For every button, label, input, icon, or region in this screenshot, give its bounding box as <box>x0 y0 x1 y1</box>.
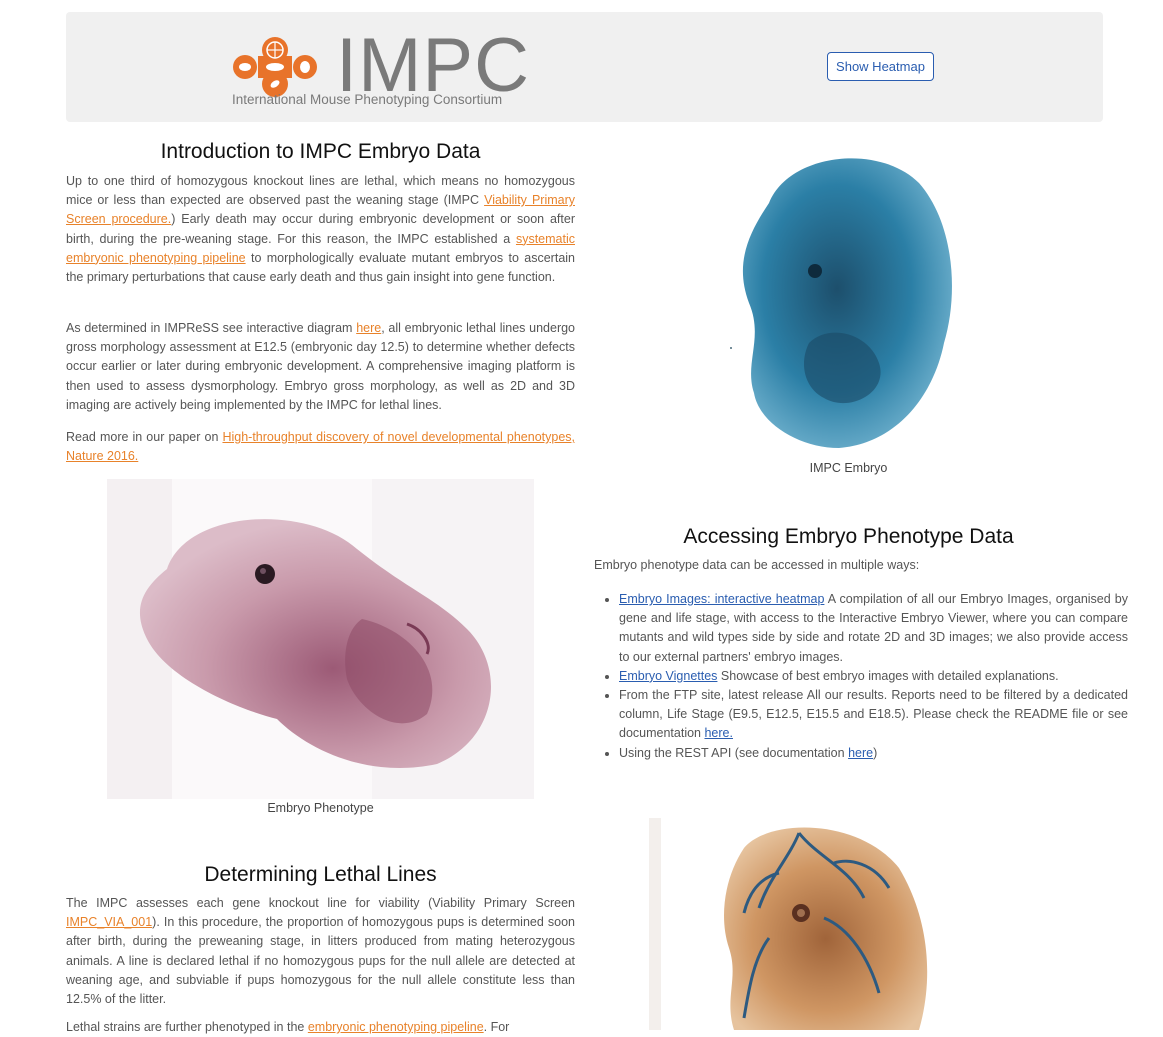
lethal-paragraph-2: Lethal strains are further phenotyped in… <box>66 1018 575 1037</box>
impc-via-001-link[interactable]: IMPC_VIA_001 <box>66 915 152 929</box>
header-bar: IMPC International Mouse Phenotyping Con… <box>66 12 1103 122</box>
intro-paragraph-3: Read more in our paper on High-throughpu… <box>66 428 575 466</box>
impc-embryo-image <box>729 143 969 455</box>
vascular-embryo-image <box>649 818 949 1030</box>
access-item-heatmap: Embryo Images: interactive heatmap A com… <box>619 590 1128 667</box>
impress-diagram-link[interactable]: here <box>356 321 381 335</box>
access-item-ftp: From the FTP site, latest release All ou… <box>619 686 1128 744</box>
intro-text: Read more in our paper on <box>66 430 223 444</box>
access-item-vignettes: Embryo Vignettes Showcase of best embryo… <box>619 667 1128 686</box>
lethal-lines-title: Determining Lethal Lines <box>204 863 437 886</box>
impc-logo[interactable]: IMPC International Mouse Phenotyping Con… <box>232 24 529 110</box>
lethal-paragraph-1: The IMPC assesses each gene knockout lin… <box>66 894 575 1009</box>
access-intro: Embryo phenotype data can be accessed in… <box>594 558 920 572</box>
embryo-phenotype-image <box>107 479 534 799</box>
impc-emblem-icon <box>233 37 317 97</box>
embryo-vignettes-link[interactable]: Embryo Vignettes <box>619 669 717 683</box>
intro-paragraph-2: As determined in IMPReSS see interactive… <box>66 319 575 415</box>
rest-api-documentation-link[interactable]: here <box>848 746 873 760</box>
ftp-documentation-link[interactable]: here. <box>704 726 733 740</box>
embryo-phenotype-caption: Embryo Phenotype <box>267 801 374 815</box>
access-item-text: ) <box>873 745 878 760</box>
access-title: Accessing Embryo Phenotype Data <box>683 525 1014 548</box>
intro-title: Introduction to IMPC Embryo Data <box>160 140 481 163</box>
logo-subtitle: International Mouse Phenotyping Consorti… <box>232 92 503 107</box>
intro-text: As determined in IMPReSS see interactive… <box>66 321 357 335</box>
show-heatmap-button[interactable]: Show Heatmap <box>827 52 934 81</box>
access-item-text: Using the REST API (see documentation <box>619 745 849 760</box>
lethal-text: Lethal strains are further phenotyped in… <box>66 1020 308 1034</box>
access-item-text: From the FTP site, latest release All ou… <box>619 688 1128 741</box>
access-methods-list: Embryo Images: interactive heatmap A com… <box>594 590 1128 763</box>
embryo-images-heatmap-link[interactable]: Embryo Images: interactive heatmap <box>619 592 824 606</box>
access-item-text: Showcase of best embryo images with deta… <box>717 668 1059 683</box>
intro-paragraph-1: Up to one third of homozygous knockout l… <box>66 172 575 287</box>
lethal-text: . For <box>483 1020 510 1034</box>
lethal-text: The IMPC assesses each gene knockout lin… <box>66 896 575 910</box>
impc-embryo-caption: IMPC Embryo <box>809 461 888 475</box>
embryonic-pipeline-link-2[interactable]: embryonic phenotyping pipeline <box>308 1020 484 1034</box>
access-item-rest-api: Using the REST API (see documentation he… <box>619 744 1128 763</box>
